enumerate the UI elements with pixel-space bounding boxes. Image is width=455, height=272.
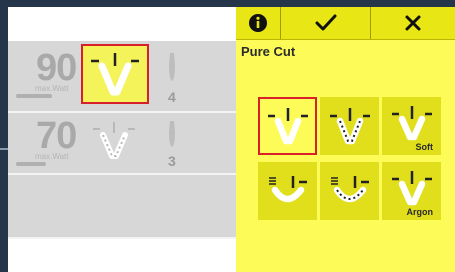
output-row-2[interactable]: 70 max.Watt 3	[8, 113, 236, 175]
output-settings-panel: 90 max.Watt 4 70 max.Watt 3	[8, 41, 236, 272]
mode-option-coag[interactable]	[258, 162, 317, 220]
check-icon	[315, 14, 336, 31]
power-level-bar	[16, 94, 52, 98]
blend-cut-icon	[93, 122, 135, 159]
effect-knob-icon	[169, 121, 175, 147]
output-row-3[interactable]	[8, 175, 236, 239]
coag-dotted-icon	[330, 176, 369, 203]
window-frame-top	[0, 0, 455, 7]
effect-level: 4	[168, 89, 176, 105]
cut-mode-selected-cell[interactable]	[81, 44, 149, 104]
mode-option-coag-dotted[interactable]	[320, 162, 379, 220]
edge-marker	[0, 148, 8, 150]
output-row-1[interactable]: 90 max.Watt 4	[8, 41, 236, 113]
toolbar	[236, 7, 455, 40]
info-button[interactable]	[236, 7, 281, 39]
watt-unit-label: max.Watt	[35, 152, 69, 161]
effect-level: 3	[168, 153, 176, 169]
mode-label: Soft	[415, 142, 434, 152]
left-header-area	[8, 7, 236, 41]
pure-cut-icon	[91, 53, 139, 96]
blend-cut-icon	[329, 108, 370, 145]
effect-knob-icon	[169, 53, 175, 81]
watt-unit-label: max.Watt	[35, 84, 69, 93]
pure-cut-icon	[267, 108, 308, 145]
mode-grid: Soft Argon	[258, 97, 441, 221]
mode-option-argon[interactable]: Argon	[382, 162, 441, 220]
panel-title: Pure Cut	[241, 44, 296, 59]
coag-icon	[268, 176, 307, 203]
close-button[interactable]	[371, 7, 455, 39]
mode-option-soft-cut[interactable]: Soft	[382, 97, 441, 155]
watt-value: 70	[36, 115, 77, 157]
info-icon	[249, 14, 267, 32]
mode-label: Argon	[406, 207, 434, 217]
mode-option-blend-cut[interactable]	[320, 97, 379, 155]
confirm-button[interactable]	[281, 7, 371, 39]
power-level-bar	[16, 162, 46, 166]
watt-value: 90	[36, 47, 77, 89]
close-icon	[405, 15, 421, 31]
mode-option-pure-cut[interactable]	[258, 97, 317, 155]
mode-select-panel: Pure Cut Soft Argon	[236, 7, 455, 272]
